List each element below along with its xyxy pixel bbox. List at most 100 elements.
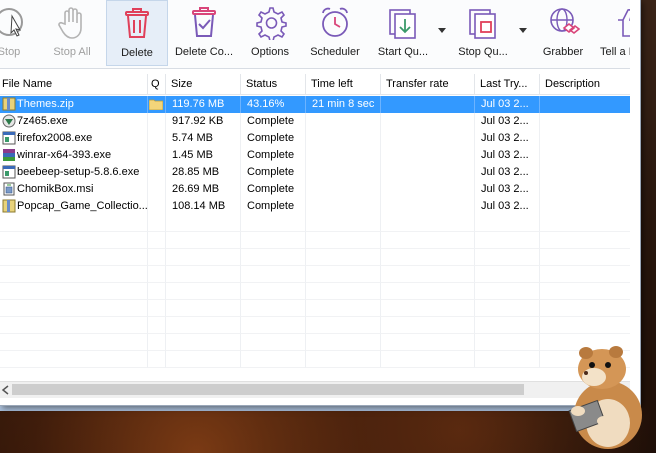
- description-cell: [540, 96, 630, 113]
- empty-row: [0, 300, 630, 317]
- grabber-button[interactable]: Grabber: [532, 0, 594, 66]
- size-cell: 26.69 MB: [166, 181, 241, 198]
- transfer-rate-cell: [381, 198, 475, 215]
- column-time-left[interactable]: Time left: [306, 74, 381, 94]
- transfer-rate-cell: [381, 181, 475, 198]
- trash-check-icon: [192, 7, 216, 37]
- status-cell: 43.16%: [241, 96, 306, 113]
- column-size[interactable]: Size: [166, 74, 241, 94]
- description-cell: [540, 181, 630, 198]
- empty-row: [0, 351, 630, 368]
- table-header: File Name Q Size Status Time left Transf…: [0, 74, 630, 95]
- stop-button[interactable]: Stop: [0, 0, 40, 66]
- column-transfer-rate[interactable]: Transfer rate: [381, 74, 475, 94]
- table-row[interactable]: beebeep-setup-5.8.6.exe 28.85 MB Complet…: [0, 164, 630, 181]
- file-name-cell: beebeep-setup-5.8.6.exe: [0, 164, 148, 181]
- delete-label: Delete: [121, 47, 153, 59]
- msi-installer-icon: [3, 182, 15, 196]
- time-left-cell: [306, 130, 381, 147]
- stop-all-button[interactable]: Stop All: [44, 0, 100, 66]
- stop-queue-button[interactable]: Stop Qu...: [452, 0, 514, 66]
- table-row[interactable]: ChomikBox.msi 26.69 MB Complete Jul 03 2…: [0, 181, 630, 198]
- description-cell: [540, 164, 630, 181]
- size-cell: 917.92 KB: [166, 113, 241, 130]
- table-row[interactable]: winrar-x64-393.exe 1.45 MB Complete Jul …: [0, 147, 630, 164]
- download-list: Themes.zip 119.76 MB 43.16% 21 min 8 sec…: [0, 96, 630, 381]
- size-cell: 1.45 MB: [166, 147, 241, 164]
- zip-archive-icon: [2, 199, 16, 213]
- delete-completed-button[interactable]: Delete Co...: [170, 0, 238, 66]
- description-cell: [540, 198, 630, 215]
- transfer-rate-cell: [381, 164, 475, 181]
- description-cell: [540, 113, 630, 130]
- time-left-cell: [306, 181, 381, 198]
- size-cell: 28.85 MB: [166, 164, 241, 181]
- status-cell: Complete: [241, 198, 306, 215]
- transfer-rate-cell: [381, 113, 475, 130]
- table-row[interactable]: firefox2008.exe 5.74 MB Complete Jul 03 …: [0, 130, 630, 147]
- description-cell: [540, 147, 630, 164]
- empty-row: [0, 232, 630, 249]
- stop-all-label: Stop All: [53, 46, 91, 58]
- empty-row: [0, 215, 630, 232]
- column-status[interactable]: Status: [241, 74, 306, 94]
- last-try-cell: Jul 03 2...: [475, 198, 540, 215]
- column-queue[interactable]: Q: [148, 74, 166, 94]
- last-try-cell: Jul 03 2...: [475, 181, 540, 198]
- scroll-left-icon[interactable]: [1, 385, 11, 395]
- queue-cell: [148, 147, 166, 164]
- time-left-cell: [306, 164, 381, 181]
- delete-completed-label: Delete Co...: [174, 46, 234, 58]
- table-row[interactable]: Popcap_Game_Collectio... 108.14 MB Compl…: [0, 198, 630, 215]
- time-left-cell: [306, 147, 381, 164]
- last-try-cell: Jul 03 2...: [475, 96, 540, 113]
- status-cell: Complete: [241, 147, 306, 164]
- alarm-clock-icon: [322, 7, 348, 37]
- start-queue-dropdown-icon[interactable]: [438, 28, 446, 34]
- last-try-cell: Jul 03 2...: [475, 130, 540, 147]
- time-left-cell: 21 min 8 sec: [306, 96, 381, 113]
- queue-cell: [148, 198, 166, 215]
- stop-queue-dropdown-icon[interactable]: [519, 28, 527, 34]
- file-name-cell: ChomikBox.msi: [0, 181, 148, 198]
- queue-cell: [148, 164, 166, 181]
- time-left-cell: [306, 198, 381, 215]
- winrar-icon: [3, 149, 15, 161]
- queue-cell: [148, 96, 166, 113]
- transfer-rate-cell: [381, 130, 475, 147]
- file-name-cell: winrar-x64-393.exe: [0, 147, 148, 164]
- size-cell: 5.74 MB: [166, 130, 241, 147]
- tell-a-friend-button[interactable]: Tell a Fri: [596, 0, 630, 66]
- horizontal-scrollbar[interactable]: [0, 381, 630, 398]
- column-description[interactable]: Description: [540, 74, 630, 94]
- status-cell: Complete: [241, 130, 306, 147]
- column-file-name[interactable]: File Name: [0, 74, 148, 94]
- queue-cell: [148, 113, 166, 130]
- size-cell: 108.14 MB: [166, 198, 241, 215]
- table-row[interactable]: Themes.zip 119.76 MB 43.16% 21 min 8 sec…: [0, 96, 630, 113]
- start-queue-button[interactable]: Start Qu...: [372, 0, 434, 66]
- file-name-cell: Popcap_Game_Collectio...: [0, 198, 148, 215]
- delete-button[interactable]: Delete: [106, 0, 168, 66]
- trash-icon: [125, 8, 149, 38]
- thumbs-up-icon: [618, 9, 630, 37]
- scheduler-label: Scheduler: [310, 46, 360, 58]
- file-name-cell: firefox2008.exe: [0, 130, 148, 147]
- stop-icon: [0, 8, 23, 37]
- empty-row: [0, 266, 630, 283]
- scrollbar-thumb[interactable]: [12, 384, 524, 395]
- column-last-try[interactable]: Last Try...: [475, 74, 540, 94]
- zip-archive-icon: [2, 97, 16, 111]
- stop-queue-label: Stop Qu...: [458, 46, 508, 58]
- gear-icon: [256, 7, 287, 40]
- options-button[interactable]: Options: [242, 0, 298, 66]
- file-name-cell: 7z465.exe: [0, 113, 148, 130]
- transfer-rate-cell: [381, 96, 475, 113]
- empty-row: [0, 283, 630, 300]
- stop-label: Stop: [0, 46, 21, 58]
- status-cell: Complete: [241, 164, 306, 181]
- scheduler-button[interactable]: Scheduler: [304, 0, 366, 66]
- last-try-cell: Jul 03 2...: [475, 164, 540, 181]
- table-row[interactable]: 7z465.exe 917.92 KB Complete Jul 03 2...: [0, 113, 630, 130]
- size-cell: 119.76 MB: [166, 96, 241, 113]
